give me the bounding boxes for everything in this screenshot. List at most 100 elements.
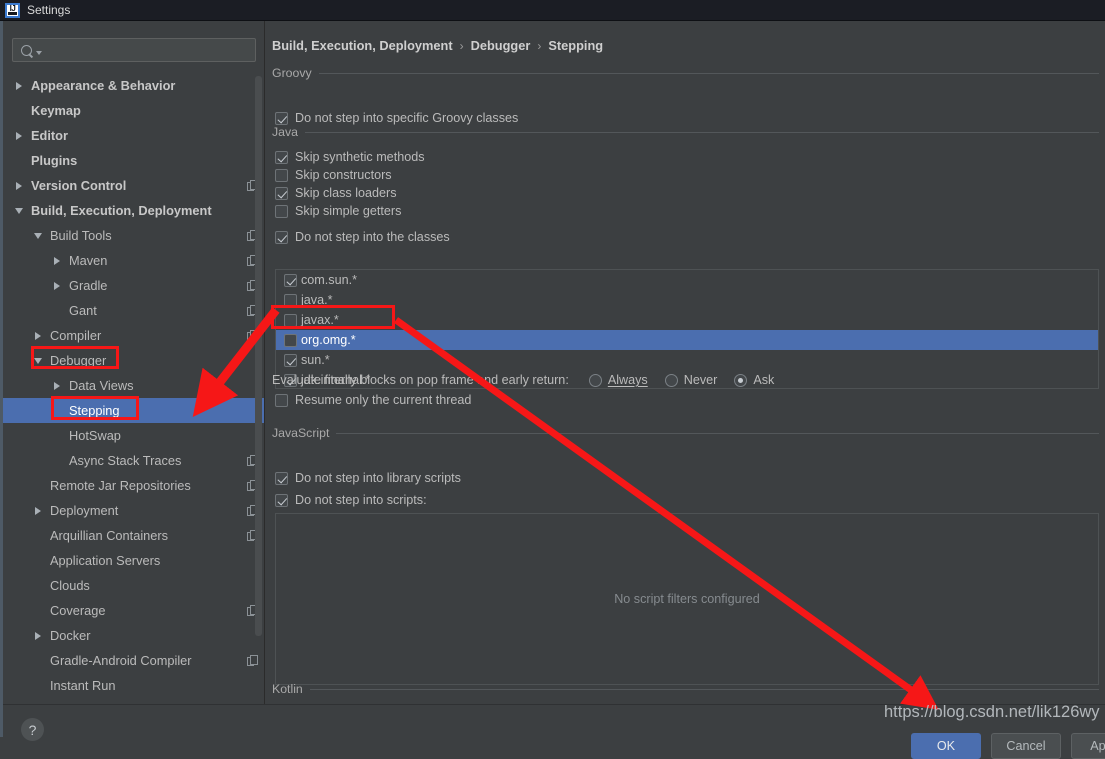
sidebar-item-coverage[interactable]: Coverage — [3, 598, 264, 623]
checkbox-resume-only-current-thread[interactable] — [275, 393, 288, 407]
checkbox-row-js-library-scripts[interactable]: Do not step into library scripts — [275, 471, 461, 485]
sidebar-item-remote-jar-repositories[interactable]: Remote Jar Repositories — [3, 473, 264, 498]
checkbox-label: Skip constructors — [295, 168, 392, 182]
checkbox-row-skip-synthetic[interactable]: Skip synthetic methods — [275, 150, 425, 164]
sidebar-item-label: Compiler — [50, 328, 102, 343]
chevron-down-icon[interactable] — [36, 50, 42, 55]
group-divider — [309, 688, 1099, 690]
checkbox-row-do-not-step-classes[interactable]: Do not step into the classes — [275, 230, 450, 244]
radio-group-never-wrap[interactable]: Never — [664, 373, 717, 387]
sidebar-item-build-execution-deployment[interactable]: Build, Execution, Deployment — [3, 198, 264, 223]
chevron-right-icon[interactable] — [31, 506, 44, 515]
class-filters-list[interactable]: com.sun.* java.* javax.* org.omg.* sun.* jdk.… — [275, 269, 1099, 389]
radio-never[interactable] — [664, 373, 678, 387]
breadcrumb-separator-icon: › — [459, 38, 464, 53]
radio-always[interactable] — [588, 373, 602, 387]
chevron-down-icon[interactable] — [12, 207, 25, 214]
sidebar-item-label: Gradle — [69, 278, 108, 293]
checkbox-do-not-step-into-classes[interactable] — [275, 230, 288, 244]
sidebar-item-appearance-behavior[interactable]: Appearance & Behavior — [3, 73, 264, 98]
class-filter-row[interactable]: sun.* — [276, 350, 1098, 370]
group-label-kotlin: Kotlin — [272, 682, 303, 696]
sidebar-item-label: Gant — [69, 303, 97, 318]
chevron-right-icon[interactable] — [31, 631, 44, 640]
sidebar-item-build-tools[interactable]: Build Tools — [3, 223, 264, 248]
radio-group-ask-wrap[interactable]: Ask — [734, 373, 774, 387]
sidebar-item-label: Application Servers — [50, 553, 161, 568]
chevron-right-icon[interactable] — [12, 131, 25, 140]
search-input[interactable] — [46, 42, 235, 58]
chevron-right-icon[interactable] — [12, 81, 25, 90]
checkbox-skip-constructors[interactable] — [275, 168, 288, 182]
chevron-right-icon[interactable] — [50, 281, 63, 290]
chevron-right-icon[interactable] — [50, 256, 63, 265]
class-filter-row[interactable]: org.omg.* — [276, 330, 1098, 350]
script-filters-empty-text: No script filters configured — [614, 592, 760, 606]
checkbox-do-not-step-into-library-scripts[interactable] — [275, 471, 288, 485]
group-header-javascript: JavaScript — [272, 426, 1099, 440]
sidebar-item-hotswap[interactable]: HotSwap — [3, 423, 264, 448]
settings-tree[interactable]: Appearance & Behavior Keymap Editor Plugins… — [3, 73, 264, 693]
chevron-right-icon[interactable] — [31, 331, 44, 340]
sidebar-scrollbar[interactable] — [255, 76, 262, 636]
checkbox-class-filter[interactable] — [284, 353, 297, 367]
checkbox-label: Skip class loaders — [295, 186, 397, 200]
sidebar-item-deployment[interactable]: Deployment — [3, 498, 264, 523]
settings-dialog: Appearance & Behavior Keymap Editor Plugins… — [0, 21, 1105, 759]
chevron-right-icon[interactable] — [50, 381, 63, 390]
checkbox-label: Resume only the current thread — [295, 393, 472, 407]
script-filters-panel[interactable]: No script filters configured — [275, 513, 1099, 685]
checkbox-groovy-do-not-step[interactable] — [275, 111, 288, 125]
sidebar-item-version-control[interactable]: Version Control — [3, 173, 264, 198]
radio-ask[interactable] — [734, 373, 748, 387]
copy-settings-icon[interactable] — [247, 654, 259, 667]
checkbox-skip-class-loaders[interactable] — [275, 186, 288, 200]
group-label-java: Java — [272, 125, 298, 139]
sidebar-item-keymap[interactable]: Keymap — [3, 98, 264, 123]
intellij-idea-icon — [5, 2, 20, 18]
checkbox-row-skip-simple-getters[interactable]: Skip simple getters — [275, 204, 401, 218]
sidebar-item-docker[interactable]: Docker — [3, 623, 264, 648]
sidebar-item-label: Plugins — [31, 153, 78, 168]
sidebar-item-plugins[interactable]: Plugins — [3, 148, 264, 173]
sidebar-item-gradle[interactable]: Gradle — [3, 273, 264, 298]
checkbox-class-filter[interactable] — [284, 273, 297, 287]
chevron-down-icon[interactable] — [31, 232, 44, 239]
sidebar-item-instant-run[interactable]: Instant Run — [3, 673, 264, 698]
checkbox-label: Skip synthetic methods — [295, 150, 425, 164]
sidebar-item-application-servers[interactable]: Application Servers — [3, 548, 264, 573]
sidebar-item-gradle-android-compiler[interactable]: Gradle-Android Compiler — [3, 648, 264, 673]
class-filter-row[interactable]: com.sun.* — [276, 270, 1098, 290]
class-filter-row[interactable]: java.* — [276, 290, 1098, 310]
checkbox-row-skip-constructors[interactable]: Skip constructors — [275, 168, 392, 182]
group-header-groovy: Groovy — [272, 66, 1099, 80]
class-filter-label: com.sun.* — [301, 273, 357, 287]
help-button[interactable]: ? — [21, 718, 44, 741]
checkbox-row-groovy-do-not-step[interactable]: Do not step into specific Groovy classes — [275, 111, 518, 125]
search-box[interactable] — [12, 38, 256, 62]
sidebar-item-editor[interactable]: Editor — [3, 123, 264, 148]
breadcrumb-item-2: Stepping — [548, 38, 604, 53]
sidebar-item-compiler[interactable]: Compiler — [3, 323, 264, 348]
checkbox-class-filter[interactable] — [284, 333, 297, 347]
sidebar-item-data-views[interactable]: Data Views — [3, 373, 264, 398]
chevron-right-icon[interactable] — [12, 181, 25, 190]
sidebar-item-async-stack-traces[interactable]: Async Stack Traces — [3, 448, 264, 473]
sidebar-item-maven[interactable]: Maven — [3, 248, 264, 273]
sidebar-item-gant[interactable]: Gant — [3, 298, 264, 323]
group-header-kotlin: Kotlin — [272, 682, 1099, 696]
checkbox-row-skip-class-loaders[interactable]: Skip class loaders — [275, 186, 397, 200]
class-filter-row[interactable]: javax.* — [276, 310, 1098, 330]
checkbox-skip-synthetic-methods[interactable] — [275, 150, 288, 164]
sidebar-item-label: Coverage — [50, 603, 106, 618]
sidebar-item-arquillian-containers[interactable]: Arquillian Containers — [3, 523, 264, 548]
checkbox-do-not-step-into-scripts[interactable] — [275, 493, 288, 507]
checkbox-skip-simple-getters[interactable] — [275, 204, 288, 218]
checkbox-label: Skip simple getters — [295, 204, 402, 218]
checkbox-label: Do not step into specific Groovy classes — [295, 111, 519, 125]
sidebar-item-label: Appearance & Behavior — [31, 78, 176, 93]
checkbox-row-resume-only-current-thread[interactable]: Resume only the current thread — [275, 393, 471, 407]
checkbox-row-js-scripts[interactable]: Do not step into scripts: — [275, 493, 427, 507]
sidebar-item-clouds[interactable]: Clouds — [3, 573, 264, 598]
radio-group-evaluate-finally[interactable]: Always — [588, 373, 648, 387]
